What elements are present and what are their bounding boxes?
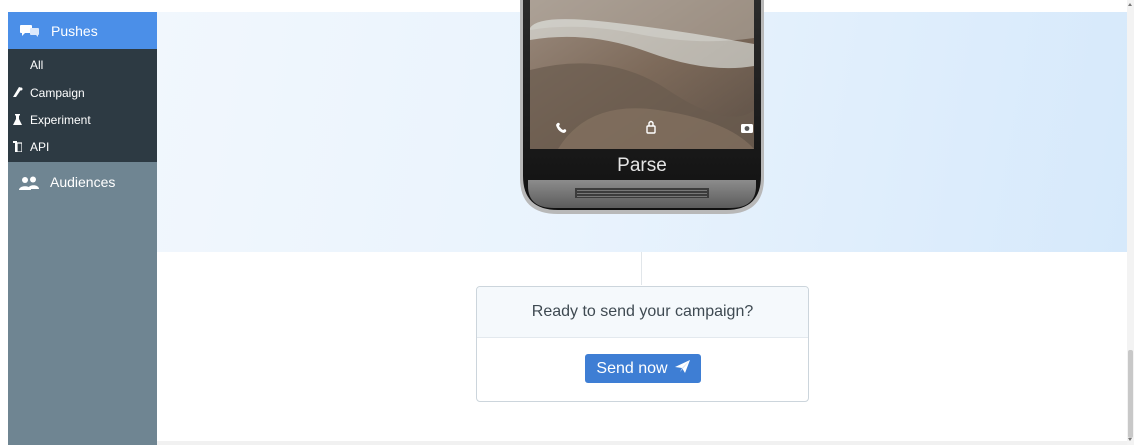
mobile-device-icon [13,141,23,153]
scroll-up-arrow-icon[interactable] [1128,3,1132,6]
main-content: Parse Ready to send your campaign? Send … [157,0,1127,445]
vertical-scrollbar[interactable] [1127,0,1134,445]
page-bottom-edge [157,441,1127,445]
send-now-button[interactable]: Send now [585,354,701,383]
paper-plane-icon [674,359,690,378]
subnav-item-label: Experiment [30,113,91,127]
pushes-submenu: All Campaign Experiment API [8,49,157,162]
flask-icon [13,114,23,126]
sidebar-item-audiences[interactable]: Audiences [8,170,157,196]
sidebar: Pushes All Campaign Experiment API Audie… [8,12,157,445]
subnav-item-api[interactable]: API [8,134,157,160]
phone-preview: Parse [518,0,766,216]
subnav-item-label: All [30,58,44,72]
send-now-label: Send now [596,359,668,377]
subnav-item-experiment[interactable]: Experiment [8,107,157,133]
send-campaign-card: Ready to send your campaign? Send now [476,286,809,402]
people-icon [18,176,40,195]
chat-bubbles-icon [20,25,40,43]
left-gutter [0,0,8,445]
subnav-item-label: Campaign [30,86,85,100]
send-prompt-text: Ready to send your campaign? [531,303,754,320]
send-prompt: Ready to send your campaign? [477,287,808,338]
sidebar-item-label: Pushes [51,23,98,39]
megaphone-icon [13,87,23,99]
subnav-item-label: API [30,140,50,154]
scroll-down-arrow-icon[interactable] [1128,438,1132,441]
push-preview-area: Parse [157,0,1127,252]
phone-brand-text: Parse [617,155,667,176]
sidebar-item-pushes[interactable]: Pushes [8,12,157,49]
subnav-item-all[interactable]: All [8,52,157,78]
sidebar-item-label: Audiences [50,174,116,190]
connector-line [641,252,642,285]
subnav-item-campaign[interactable]: Campaign [8,80,157,106]
scrollbar-thumb[interactable] [1128,350,1133,438]
